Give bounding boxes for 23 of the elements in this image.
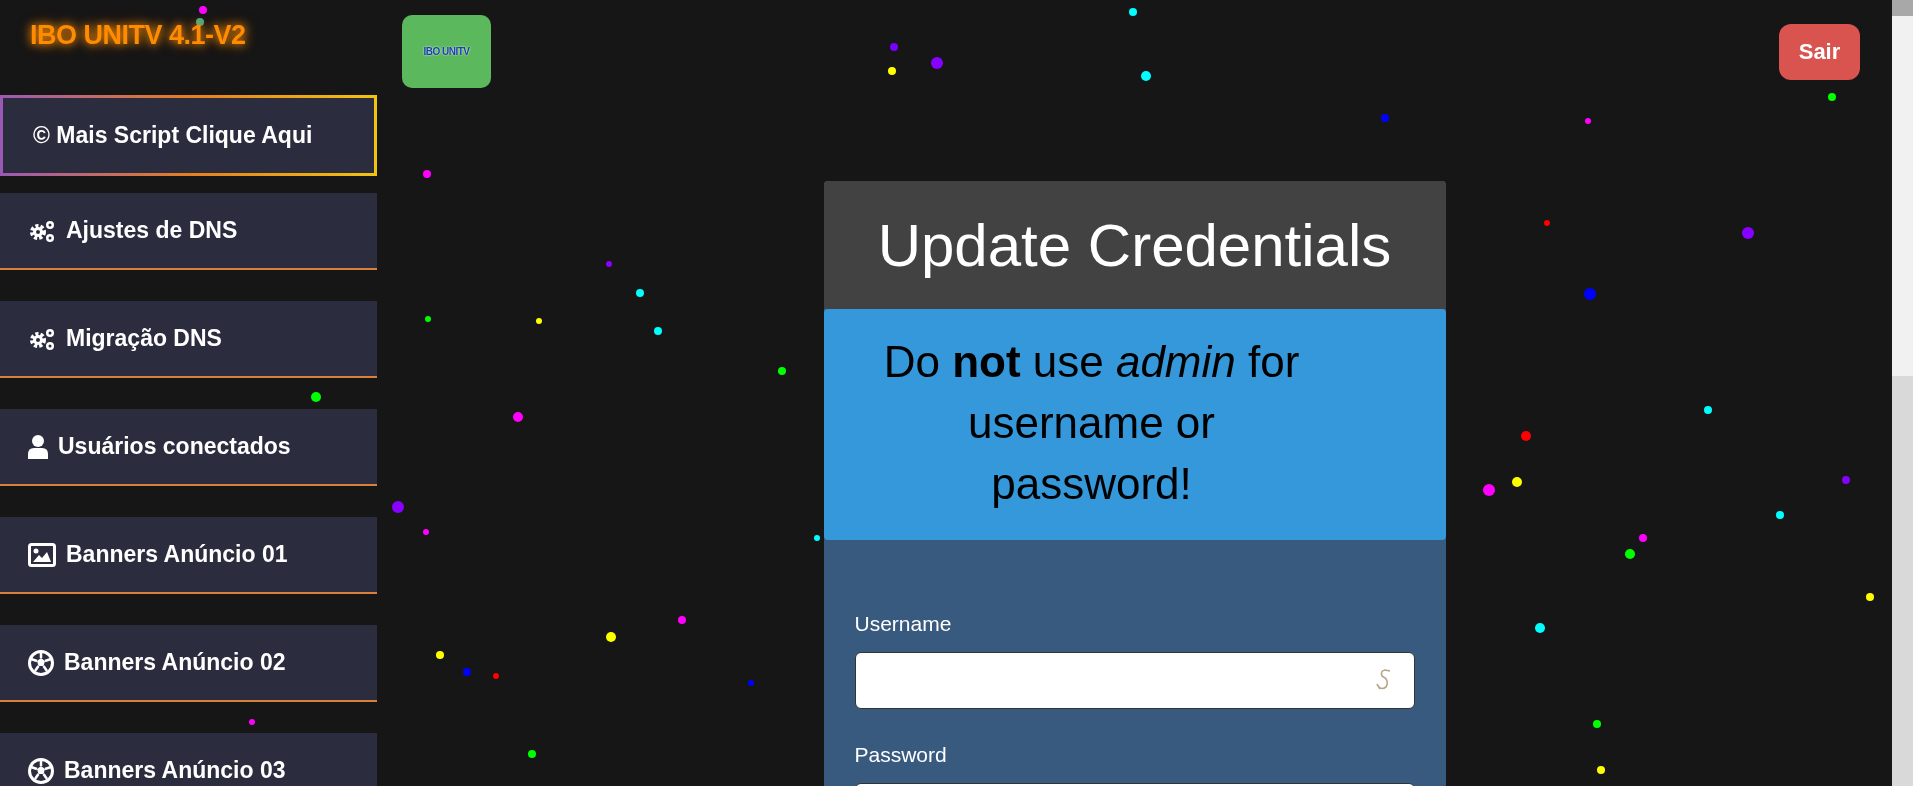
logout-button[interactable]: Sair xyxy=(1779,24,1860,80)
image-icon xyxy=(28,542,56,567)
field-label: Username xyxy=(854,612,953,636)
input-field[interactable] xyxy=(854,652,1415,709)
extension-icon xyxy=(1374,668,1393,692)
sidebar-item[interactable]: Banners Anúncio 01 xyxy=(0,517,377,594)
sidebar-item[interactable]: Usuários conectados xyxy=(0,409,377,486)
sidebar-item[interactable]: Migração DNS xyxy=(0,301,377,378)
gears-icon xyxy=(28,326,56,351)
sidebar-item[interactable]: Banners Anúncio 02 xyxy=(0,625,377,702)
field-label: Password xyxy=(854,743,948,767)
soccer-ball-icon xyxy=(28,757,54,784)
scrollbar[interactable] xyxy=(1892,0,1913,786)
scrollbar-thumb[interactable] xyxy=(1892,16,1913,376)
card-title: Update Credentials xyxy=(877,210,1392,280)
site-title: IBO UNITV 4.1-V2 xyxy=(30,20,246,50)
user-icon xyxy=(28,434,48,459)
logo-button[interactable]: IBO UNITV xyxy=(402,15,491,88)
alert-message: Do not use admin for username or password! xyxy=(882,336,1301,510)
sidebar-item[interactable]: Ajustes de DNS xyxy=(0,193,377,270)
soccer-ball-icon xyxy=(28,649,54,676)
sidebar-item[interactable]: Banners Anúncio 03 xyxy=(0,733,377,786)
gears-icon xyxy=(28,218,56,243)
